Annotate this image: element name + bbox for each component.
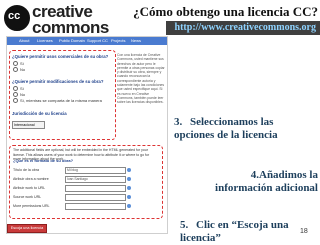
option-mod-yes[interactable]: Sí	[13, 86, 24, 92]
license-intro-text: Con una licencia de Creative Commons, us…	[117, 53, 165, 105]
nav-item-public-domain[interactable]: Public Domain	[59, 37, 85, 45]
radio-icon[interactable]	[13, 98, 18, 104]
logo-word-commons: commons	[32, 18, 109, 37]
title-input[interactable]: Mi blog	[65, 167, 126, 174]
more-permissions-input[interactable]	[65, 203, 126, 210]
nav-item-about[interactable]: About	[19, 37, 29, 45]
jurisdiction-select[interactable]: Internacional	[12, 121, 45, 129]
nav-item-news[interactable]: News	[131, 37, 141, 45]
radio-icon[interactable]	[13, 61, 18, 67]
step-3-text: Seleccionamos las opciones de la licenci…	[174, 116, 278, 141]
radio-icon[interactable]	[13, 92, 18, 98]
step-5-number: 5.	[180, 219, 189, 231]
cc-badge-icon: cc	[4, 5, 30, 31]
page-number: 18	[300, 228, 308, 235]
attribution-url-input[interactable]	[65, 185, 126, 192]
source-url-input[interactable]	[65, 194, 126, 201]
nav-item-projects[interactable]: Projects	[111, 37, 125, 45]
row-label-title: Título de la obra	[13, 168, 39, 172]
row-label-attribution-url: Atribuir work to URL	[13, 186, 46, 190]
help-icon[interactable]	[127, 177, 131, 181]
slide-title: ¿Cómo obtengo una licencia CC?	[133, 4, 318, 19]
url-text[interactable]: http://www.creativecommons.org	[166, 21, 320, 35]
step-5-text: Clic en “Escoja una licencia”	[180, 219, 289, 244]
step-4: 4.Añadimos la información adicional	[196, 169, 318, 195]
site-nav-bar: About Licenses Public Domain Support CC …	[7, 37, 167, 45]
help-icon[interactable]	[127, 195, 131, 199]
radio-icon[interactable]	[13, 67, 18, 73]
radio-icon[interactable]	[13, 86, 18, 92]
help-icon[interactable]	[127, 186, 131, 190]
option-commercial-yes[interactable]: Sí	[13, 61, 24, 67]
question-commercial: ¿Quiere permitir usos comerciales de su …	[12, 54, 109, 59]
question-modifications: ¿Quiere permitir modificaciones de su ob…	[12, 79, 104, 84]
option-mod-no[interactable]: No	[13, 92, 25, 98]
step-4-number: 4.	[250, 169, 259, 181]
step-3-number: 3.	[174, 116, 183, 128]
nav-item-licenses[interactable]: Licenses	[37, 37, 53, 45]
attribution-name-input[interactable]: Ivan Santiago	[65, 176, 126, 183]
creative-commons-logo: cc creative commons	[4, 2, 114, 38]
option-mod-sharealike[interactable]: Sí, mientras se comparta de la misma man…	[13, 98, 102, 104]
help-icon[interactable]	[127, 168, 131, 172]
row-label-more-permissions: More permissions URL	[13, 204, 50, 208]
help-icon[interactable]	[127, 204, 131, 208]
url-banner: http://www.creativecommons.org	[166, 21, 320, 35]
format-question: ¿Qué es el formato de su obra?	[13, 158, 74, 163]
step-3: 3. Seleccionamos las opciones de la licen…	[174, 116, 314, 142]
step-4-text: Añadimos la información adicional	[215, 169, 318, 194]
question-jurisdiction: Jurisdicción de su licencia	[12, 111, 67, 116]
step-5: 5. Clic en “Escoja una licencia”	[180, 219, 318, 245]
row-label-attribution-name: Atribuir obra a nombre	[13, 177, 49, 181]
row-label-source-url: Source work URL	[13, 195, 42, 199]
option-commercial-no[interactable]: No	[13, 67, 25, 73]
nav-item-support[interactable]: Support CC	[87, 37, 108, 45]
choose-license-button[interactable]: Escoja una licencia	[7, 224, 47, 233]
license-chooser-screenshot: About Licenses Public Domain Support CC …	[6, 36, 168, 234]
